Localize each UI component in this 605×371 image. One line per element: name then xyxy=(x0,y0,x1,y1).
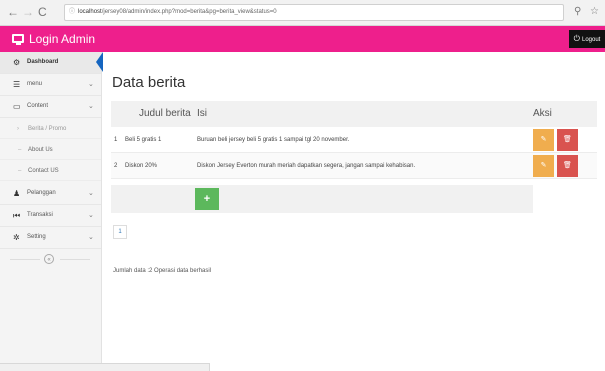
page-title: Data berita xyxy=(112,74,186,91)
logout-button[interactable]: ⏻ Logout xyxy=(569,30,605,48)
chevron-down-icon: ⌄ xyxy=(88,81,94,88)
monitor-icon: ▭ xyxy=(13,102,21,111)
cell-isi: Buruan beli jersey beli 5 gratis 1 sampa… xyxy=(197,137,350,143)
list-icon: ☰ xyxy=(13,80,21,89)
sidebar-subitem-label: About Us xyxy=(28,147,53,153)
sidebar-item-label: menu xyxy=(27,81,43,87)
chevron-down-icon: ⌄ xyxy=(88,103,94,110)
url-path: /jersey08/admin/index.php?mod=berita&pg=… xyxy=(101,9,277,15)
chevron-down-icon: ⌄ xyxy=(88,212,94,219)
sidebar: ⚙ Dashboard ☰ menu ⌄ ▭ Content ⌄ › Berit… xyxy=(0,52,102,371)
sidebar-item-label: Setting xyxy=(27,234,46,240)
sidebar-item-menu[interactable]: ☰ menu ⌄ xyxy=(0,74,101,96)
divider xyxy=(10,259,40,260)
bookmark-star-icon[interactable]: ☆ xyxy=(590,6,599,18)
edit-button[interactable]: ✎ xyxy=(533,129,554,151)
chevron-right-icon: › xyxy=(17,126,19,132)
collapse-sidebar-icon[interactable]: « xyxy=(44,254,54,264)
sidebar-subitem-contact[interactable]: – Contact US xyxy=(0,161,101,181)
sidebar-item-label: Content xyxy=(27,103,49,109)
browser-status-bar xyxy=(0,363,210,371)
sidebar-subitem-label: Contact US xyxy=(28,168,59,174)
divider xyxy=(60,259,90,260)
monitor-icon xyxy=(12,34,24,46)
pencil-icon: ✎ xyxy=(540,162,547,169)
trash-icon: 🗑 xyxy=(563,162,572,169)
column-header-judul: Judul berita xyxy=(139,108,191,119)
sidebar-subitem-label: Berita / Promo xyxy=(28,126,67,132)
tree-line: – xyxy=(18,147,22,153)
transaction-icon: ⏮ xyxy=(13,211,21,220)
table-row: 2 Diskon 20% Diskon Jersey Everton murah… xyxy=(111,153,597,179)
edit-button[interactable]: ✎ xyxy=(533,155,554,177)
cell-judul: Beli 5 gratis 1 xyxy=(125,137,162,143)
cell-judul: Diskon 20% xyxy=(125,163,158,169)
logo-text: Login Admin xyxy=(29,32,96,46)
delete-button[interactable]: 🗑 xyxy=(557,155,578,177)
address-bar[interactable]: ⓘ localhost/jersey08/admin/index.php?mod=… xyxy=(64,4,564,21)
sidebar-subitem-berita[interactable]: › Berita / Promo xyxy=(0,119,101,139)
trash-icon: 🗑 xyxy=(563,136,572,143)
browser-toolbar: ← → C ⓘ localhost/jersey08/admin/index.ph… xyxy=(0,0,605,26)
logout-label: Logout xyxy=(581,37,601,43)
delete-button[interactable]: 🗑 xyxy=(557,129,578,151)
back-icon[interactable]: ← xyxy=(7,5,19,19)
active-indicator xyxy=(96,52,103,72)
logo[interactable]: Login Admin xyxy=(12,31,95,47)
table-header: Judul berita Isi Aksi xyxy=(111,101,597,127)
reload-icon[interactable]: C xyxy=(38,5,47,19)
sidebar-item-dashboard[interactable]: ⚙ Dashboard xyxy=(0,52,101,74)
sidebar-item-label: Pelanggan xyxy=(27,190,56,196)
sidebar-subitem-about[interactable]: – About Us xyxy=(0,140,101,160)
sidebar-item-label: Dashboard xyxy=(27,59,59,65)
tree-line: – xyxy=(18,168,22,174)
sidebar-item-transaksi[interactable]: ⏮ Transaksi ⌄ xyxy=(0,205,101,227)
cell-isi: Diskon Jersey Everton murah meriah dapat… xyxy=(197,163,416,169)
url-host: localhost xyxy=(78,9,102,15)
chevron-down-icon: ⌄ xyxy=(88,234,94,241)
add-button[interactable]: + xyxy=(195,188,219,210)
app-header: Login Admin ⏻ Logout xyxy=(0,26,605,52)
sidebar-item-content[interactable]: ▭ Content ⌄ xyxy=(0,96,101,118)
info-icon: ⓘ xyxy=(69,9,76,15)
column-header-aksi: Aksi xyxy=(533,108,552,119)
power-icon: ⏻ xyxy=(573,34,580,43)
forward-icon[interactable]: → xyxy=(22,5,34,19)
column-header-isi: Isi xyxy=(197,108,207,119)
summary-text: Jumlah data :2 Operasi data berhasil xyxy=(113,268,212,274)
sidebar-item-setting[interactable]: ✲ Setting ⌄ xyxy=(0,227,101,249)
add-row: + xyxy=(111,185,533,213)
dashboard-icon: ⚙ xyxy=(13,58,21,67)
chevron-down-icon: ⌄ xyxy=(88,190,94,197)
table-row: 1 Beli 5 gratis 1 Buruan beli jersey bel… xyxy=(111,127,597,153)
sidebar-item-pelanggan[interactable]: ♟ Pelanggan ⌄ xyxy=(0,183,101,205)
pencil-icon: ✎ xyxy=(540,136,547,143)
user-icon: ♟ xyxy=(13,189,21,198)
sidebar-item-label: Transaksi xyxy=(27,212,53,218)
row-number: 2 xyxy=(114,163,118,169)
zoom-icon[interactable]: ⚲ xyxy=(574,6,581,18)
gear-icon: ✲ xyxy=(13,233,20,242)
row-number: 1 xyxy=(114,137,118,143)
pagination-page-1[interactable]: 1 xyxy=(113,225,127,239)
